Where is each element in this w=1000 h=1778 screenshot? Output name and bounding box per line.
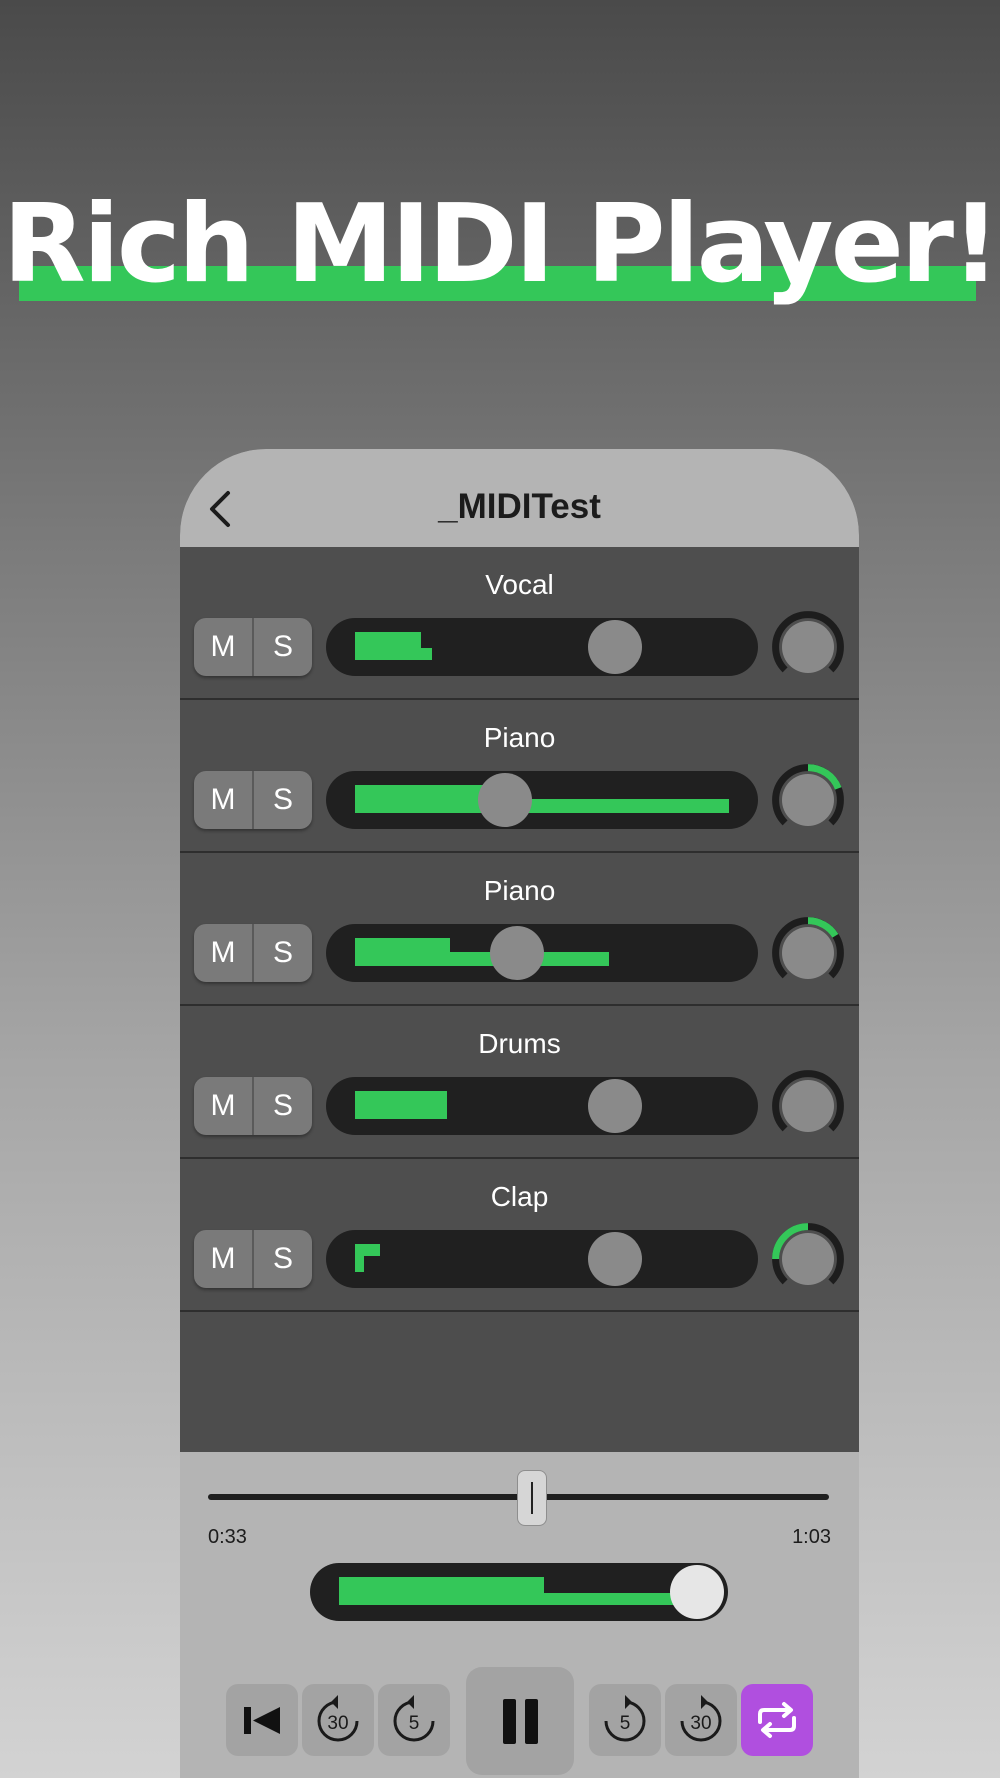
mute-solo-group: M S	[194, 924, 312, 982]
mute-button[interactable]: M	[194, 771, 254, 829]
solo-button[interactable]: S	[254, 618, 312, 676]
solo-button[interactable]: S	[254, 1077, 312, 1135]
pan-knob[interactable]	[772, 917, 844, 989]
mute-solo-group: M S	[194, 618, 312, 676]
track-row: Drums M S	[180, 1006, 859, 1159]
track-row: Piano M S	[180, 853, 859, 1006]
volume-slider[interactable]	[326, 924, 758, 982]
repeat-toggle[interactable]	[741, 1684, 813, 1756]
pan-knob[interactable]	[772, 1223, 844, 1295]
skip-back-30-button[interactable]: 30	[302, 1684, 374, 1756]
master-volume-slider[interactable]	[310, 1563, 728, 1621]
repeat-icon	[758, 1702, 796, 1738]
track-row: Clap M S	[180, 1159, 859, 1312]
track-row: Piano M S	[180, 700, 859, 853]
level-meter-bar	[355, 1244, 380, 1256]
skip-to-start-icon	[244, 1707, 280, 1734]
skip-forward-5-button[interactable]: 5	[589, 1684, 661, 1756]
rotate-forward-icon: 30	[680, 1695, 722, 1742]
level-meter-bar	[355, 648, 432, 660]
solo-button[interactable]: S	[254, 1230, 312, 1288]
pan-knob[interactable]	[772, 611, 844, 683]
transport-panel: 0:33 1:03 30 5 5 30	[180, 1452, 859, 1778]
rotate-back-icon: 5	[393, 1695, 435, 1742]
solo-button[interactable]: S	[254, 924, 312, 982]
volume-slider[interactable]	[326, 771, 758, 829]
level-meter-bar	[355, 1091, 447, 1119]
mute-button[interactable]: M	[194, 924, 254, 982]
app-screen: _MIDITest Vocal M S Piano M S Piano M S …	[180, 449, 859, 1778]
track-name: Vocal	[485, 569, 554, 600]
headline-text: Rich MIDI Player!	[2, 182, 1000, 307]
elapsed-time: 0:33	[208, 1526, 247, 1548]
volume-slider-thumb[interactable]	[588, 1232, 642, 1286]
skip-forward-30-label: 30	[690, 1713, 711, 1734]
pause-icon	[503, 1699, 538, 1744]
track-row: Vocal M S	[180, 547, 859, 700]
rotate-forward-icon: 5	[604, 1695, 646, 1742]
mute-button[interactable]: M	[194, 1077, 254, 1135]
headline-banner: Rich MIDI Player!	[0, 180, 1000, 310]
track-name: Piano	[483, 722, 556, 753]
level-meter-bar	[355, 799, 729, 813]
level-meter-bar	[355, 952, 609, 966]
master-volume-thumb[interactable]	[670, 1565, 724, 1619]
mute-button[interactable]: M	[194, 618, 254, 676]
volume-slider-thumb[interactable]	[490, 926, 544, 980]
skip-forward-5-label: 5	[620, 1713, 631, 1734]
skip-back-5-label: 5	[409, 1713, 420, 1734]
volume-slider-thumb[interactable]	[588, 1079, 642, 1133]
skip-to-start-button[interactable]	[226, 1684, 298, 1756]
rotate-back-icon: 30	[317, 1695, 359, 1742]
volume-slider-thumb[interactable]	[588, 620, 642, 674]
total-duration: 1:03	[792, 1526, 831, 1548]
skip-back-5-button[interactable]: 5	[378, 1684, 450, 1756]
volume-slider[interactable]	[326, 1077, 758, 1135]
volume-slider-thumb[interactable]	[478, 773, 532, 827]
skip-forward-30-button[interactable]: 30	[665, 1684, 737, 1756]
mute-solo-group: M S	[194, 1230, 312, 1288]
mute-button[interactable]: M	[194, 1230, 254, 1288]
track-name: Piano	[483, 875, 556, 906]
mute-solo-group: M S	[194, 771, 312, 829]
track-name: Drums	[478, 1028, 561, 1059]
level-meter-bar	[339, 1593, 679, 1605]
pan-knob[interactable]	[772, 1070, 844, 1142]
page-title: _MIDITest	[438, 487, 601, 526]
navigation-bar: _MIDITest	[180, 449, 859, 547]
mute-solo-group: M S	[194, 1077, 312, 1135]
seek-bar-thumb[interactable]	[517, 1470, 547, 1526]
level-meter-bar	[355, 632, 421, 648]
track-list: Vocal M S Piano M S Piano M S Drums M S …	[180, 547, 859, 1312]
level-meter-bar	[355, 1256, 364, 1272]
pause-button[interactable]	[466, 1667, 574, 1775]
level-meter-bar	[339, 1577, 544, 1593]
skip-back-30-label: 30	[327, 1713, 348, 1734]
volume-slider[interactable]	[326, 618, 758, 676]
track-name: Clap	[490, 1181, 549, 1212]
pan-knob[interactable]	[772, 764, 844, 836]
solo-button[interactable]: S	[254, 771, 312, 829]
volume-slider[interactable]	[326, 1230, 758, 1288]
